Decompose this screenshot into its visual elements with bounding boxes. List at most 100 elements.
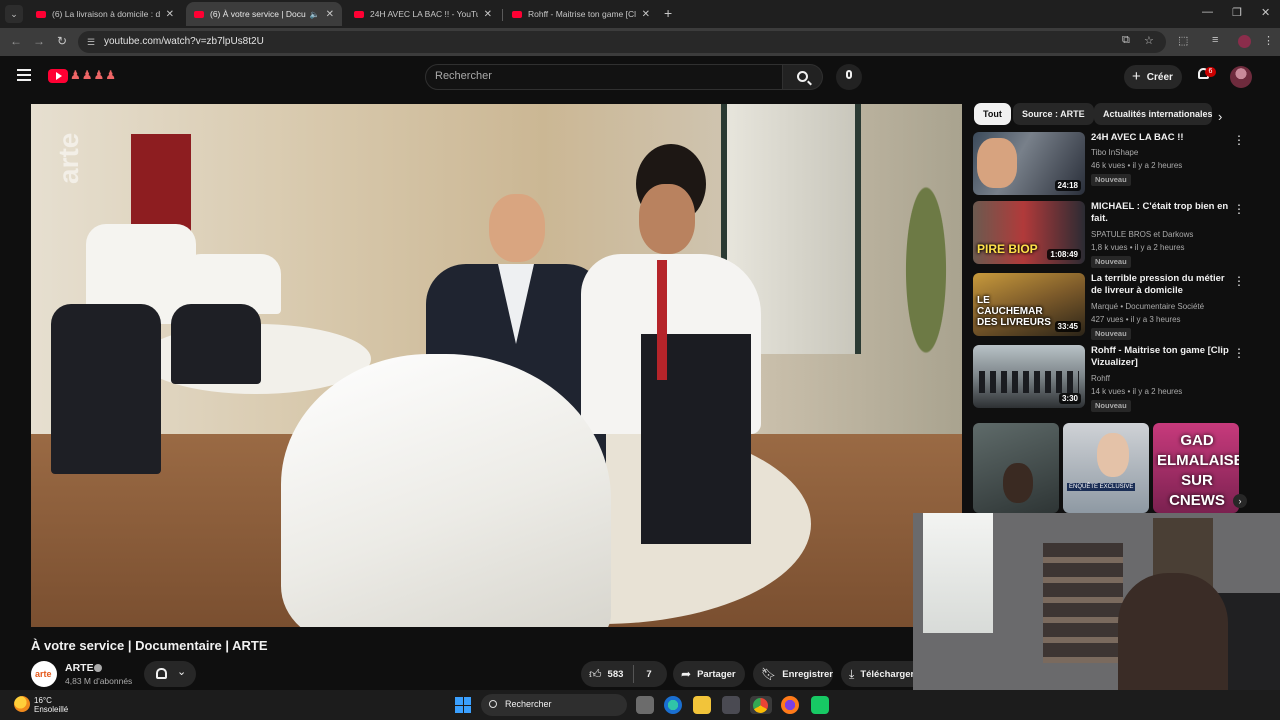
site-info-icon[interactable]: ☰ [87, 37, 95, 48]
recommendation-channel[interactable]: SPATULE BROS et Darkows [1091, 230, 1193, 239]
recommendation-item[interactable]: LE CAUCHEMAR DES LIVREURS 33:45 La terri… [973, 273, 1245, 340]
voice-search-button[interactable] [836, 64, 862, 90]
channel-avatar[interactable]: arte [31, 661, 57, 687]
more-options-icon[interactable]: ⋮ [1233, 347, 1245, 359]
firefox-icon[interactable] [781, 696, 799, 714]
url-text[interactable]: youtube.com/watch?v=zb7lpUs8t2U [104, 36, 264, 47]
extensions-icon[interactable]: ⬚ [1178, 34, 1188, 47]
arte-watermark: arte [53, 132, 84, 184]
recommendation-meta: 427 vues • il y a 3 heures [1091, 315, 1181, 324]
create-label: Créer [1146, 71, 1173, 83]
dislike-count[interactable]: 7 [646, 669, 651, 680]
tab-24h-bac[interactable]: 24H AVEC LA BAC !! - YouTube ✕ [346, 2, 500, 26]
chevron-right-icon[interactable]: › [1218, 109, 1222, 124]
chip-tout[interactable]: Tout [974, 103, 1011, 125]
video-thumbnail[interactable]: 24:18 [973, 132, 1085, 195]
thumbnail-text: LE CAUCHEMAR DES LIVREURS [977, 295, 1051, 328]
minimize-button[interactable]: — [1202, 6, 1213, 18]
file-explorer-icon[interactable] [693, 696, 711, 714]
search-icon [797, 71, 808, 82]
forward-icon[interactable]: → [33, 34, 45, 48]
bell-icon [156, 668, 167, 679]
store-icon[interactable] [722, 696, 740, 714]
taskbar-search[interactable]: Rechercher [481, 694, 627, 716]
video-thumbnail[interactable]: 3:30 [973, 345, 1085, 408]
search-icon [489, 700, 497, 708]
close-tab-icon[interactable]: ✕ [326, 9, 334, 20]
close-window-button[interactable]: ✕ [1261, 6, 1270, 19]
tab-a-votre-service[interactable]: (6) À votre service | Docum 🔈 ✕ [186, 2, 342, 26]
download-button[interactable]: ⤓ Télécharger [841, 661, 913, 687]
youtube-doodle-icon[interactable]: ♟♟♟♟ [70, 68, 117, 82]
video-thumbnail[interactable]: PIRE BIOP 1:08:49 [973, 201, 1085, 264]
short-thumbnail[interactable]: GAD ELMALAISE SUR CNEWS [1153, 423, 1239, 513]
tab-search-button[interactable]: ⌄ [5, 5, 23, 23]
recommendation-channel[interactable]: Tibo InShape [1091, 148, 1138, 157]
new-tab-button[interactable]: + [664, 6, 672, 20]
video-player[interactable]: arte [31, 104, 962, 627]
tab-livraison[interactable]: (6) La livraison à domicile : de l' ✕ [28, 2, 182, 26]
media-control-icon[interactable]: ≡ [1212, 34, 1218, 46]
youtube-logo[interactable] [48, 69, 68, 83]
like-count[interactable]: 583 [608, 669, 624, 680]
recommendation-title[interactable]: La terrible pression du métier de livreu… [1091, 273, 1231, 297]
close-tab-icon[interactable]: ✕ [484, 9, 492, 20]
install-app-icon[interactable]: ⧉ [1122, 34, 1130, 47]
share-arrow-icon: ➦ [681, 667, 692, 681]
recommendation-title[interactable]: MICHAEL : C'était trop bien en fait. [1091, 201, 1231, 225]
browser-menu-icon[interactable]: ⋮ [1263, 34, 1274, 47]
weather-sun-icon[interactable] [14, 696, 30, 712]
youtube-header: ♟♟♟♟ + Créer 6 [0, 56, 1280, 100]
edge-icon[interactable] [664, 696, 682, 714]
recommendation-item[interactable]: 3:30 Rohff - Maitrise ton game [Clip Viz… [973, 345, 1245, 412]
chevron-right-icon[interactable]: › [1233, 494, 1247, 508]
recommendation-item[interactable]: PIRE BIOP 1:08:49 MICHAEL : C'était trop… [973, 201, 1245, 268]
browser-profile-icon[interactable] [1238, 35, 1251, 48]
webcam-shelf [1043, 543, 1123, 663]
close-tab-icon[interactable]: ✕ [166, 9, 174, 20]
short-caption: GAD ELMALAISE SUR CNEWS [1157, 432, 1239, 509]
hamburger-menu-icon[interactable] [17, 69, 31, 81]
app-icon[interactable] [811, 696, 829, 714]
bookmark-star-icon[interactable]: ☆ [1144, 34, 1154, 47]
windows-start-icon[interactable] [455, 697, 471, 713]
close-tab-icon[interactable]: ✕ [642, 9, 650, 20]
search-button[interactable] [783, 64, 823, 90]
more-options-icon[interactable]: ⋮ [1233, 203, 1245, 215]
back-icon[interactable]: ← [10, 34, 22, 48]
webcam-window [923, 513, 993, 633]
chrome-icon-container[interactable] [750, 696, 772, 714]
account-avatar[interactable] [1230, 66, 1252, 88]
bookmark-icon: 🔖︎ [761, 667, 777, 681]
more-options-icon[interactable]: ⋮ [1233, 134, 1245, 146]
video-thumbnail[interactable]: LE CAUCHEMAR DES LIVREURS 33:45 [973, 273, 1085, 336]
search-input[interactable] [435, 70, 765, 82]
recommendation-title[interactable]: 24H AVEC LA BAC !! [1091, 132, 1231, 144]
recommendation-channel[interactable]: Marqué • Documentaire Société [1091, 302, 1204, 311]
short-caption: ENQUÊTE EXCLUSIVE [1067, 483, 1136, 491]
task-view-icon[interactable] [636, 696, 654, 714]
recommendation-title[interactable]: Rohff - Maitrise ton game [Clip Vizualiz… [1091, 345, 1231, 369]
shorts-shelf: ENQUÊTE EXCLUSIVE GAD ELMALAISE SUR CNEW… [973, 423, 1243, 513]
save-button[interactable]: 🔖︎ Enregistrer [753, 661, 833, 687]
share-button[interactable]: ➦ Partager [673, 661, 745, 687]
chip-source-arte[interactable]: Source : ARTE [1013, 103, 1094, 125]
thumbs-up-icon[interactable]: 👍︎ [589, 667, 602, 682]
short-thumbnail[interactable]: ENQUÊTE EXCLUSIVE [1063, 423, 1149, 513]
recommendation-item[interactable]: 24:18 24H AVEC LA BAC !! Tibo InShape 46… [973, 132, 1245, 198]
short-thumbnail[interactable] [973, 423, 1059, 513]
maximize-button[interactable]: ❐ [1232, 6, 1242, 19]
recommendation-channel[interactable]: Rohff [1091, 374, 1110, 383]
address-bar[interactable]: ☰ youtube.com/watch?v=zb7lpUs8t2U [78, 31, 1166, 53]
chip-actualites[interactable]: Actualités internationales [1094, 103, 1212, 125]
tab-title: (6) À votre service | Docum [210, 9, 306, 19]
more-options-icon[interactable]: ⋮ [1233, 275, 1245, 287]
reload-icon[interactable]: ↻ [57, 34, 67, 48]
speaker-icon[interactable]: 🔈 [310, 10, 320, 19]
youtube-favicon-icon [194, 10, 204, 18]
tab-rohff[interactable]: Rohff - Maitrise ton game [Clip ✕ [504, 2, 658, 26]
create-button[interactable]: + Créer [1124, 65, 1182, 89]
subscribed-notifications-button[interactable]: ⌄ [144, 661, 196, 687]
weather-widget[interactable]: 16°C Ensoleillé [34, 696, 68, 714]
channel-name[interactable]: ARTE [65, 662, 94, 674]
